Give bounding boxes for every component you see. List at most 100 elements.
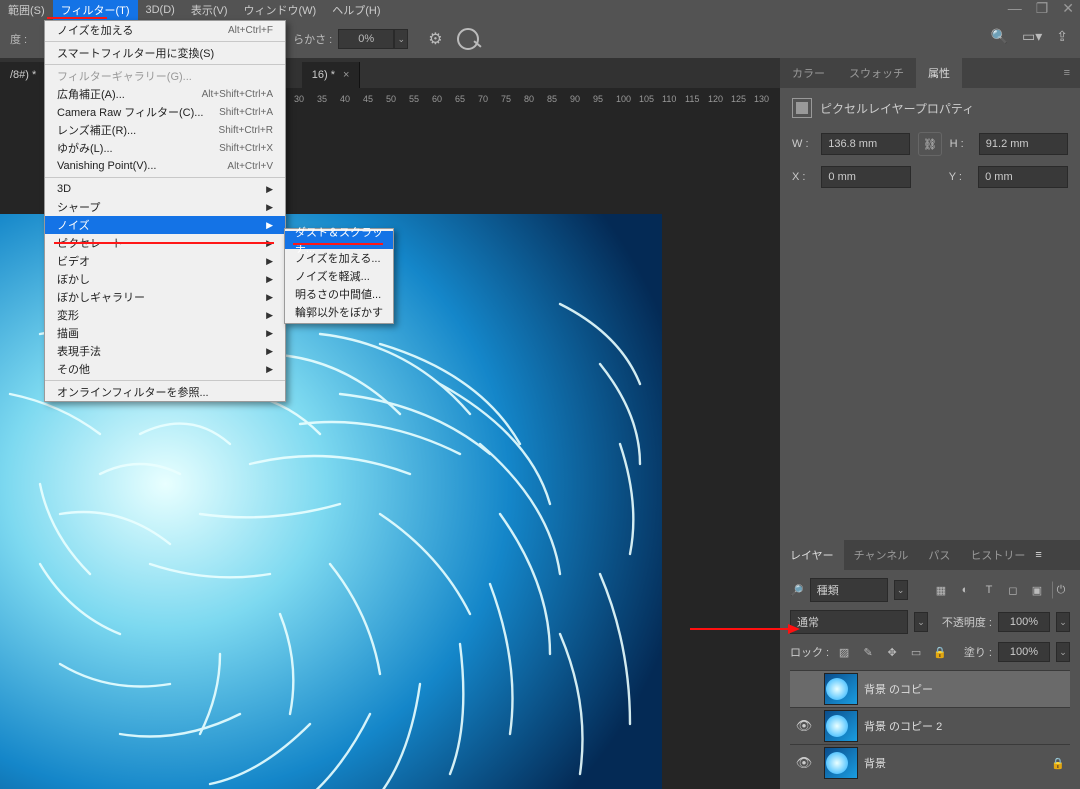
gear-icon[interactable]: ⚙ bbox=[428, 29, 442, 49]
menu-help[interactable]: ヘルプ(H) bbox=[324, 0, 388, 21]
menu-item-distort[interactable]: 変形▶ bbox=[45, 306, 285, 324]
layer-name[interactable]: 背景 bbox=[864, 755, 1046, 771]
h-input[interactable]: 91.2 mm bbox=[979, 133, 1068, 155]
annotation-underline bbox=[54, 242, 274, 244]
tab-swatches[interactable]: スウォッチ bbox=[837, 57, 916, 89]
menu-item-blur[interactable]: ぼかし▶ bbox=[45, 270, 285, 288]
y-input[interactable]: 0 mm bbox=[978, 166, 1068, 188]
menu-item-liquify[interactable]: ゆがみ(L)...Shift+Ctrl+X bbox=[45, 139, 285, 157]
share-icon[interactable]: ⇪ bbox=[1056, 28, 1068, 45]
lock-paint-icon[interactable]: ✎ bbox=[859, 643, 877, 661]
tab-color[interactable]: カラー bbox=[780, 57, 837, 89]
menu-item-3d[interactable]: 3D▶ bbox=[45, 180, 285, 198]
window-controls: — ❐ ✕ bbox=[1008, 0, 1074, 17]
layer-filter-dropdown[interactable]: 種類 bbox=[810, 578, 888, 602]
visibility-toggle[interactable]: 👁 bbox=[790, 718, 818, 734]
annotation-underline bbox=[47, 17, 107, 19]
opt-label-2: らかさ : bbox=[293, 31, 332, 47]
menu-item-camera-raw[interactable]: Camera Raw フィルター(C)...Shift+Ctrl+A bbox=[45, 103, 285, 121]
doc-tab-2[interactable]: 16) *× bbox=[302, 62, 361, 88]
chevron-down-icon[interactable]: ⌄ bbox=[914, 612, 928, 632]
submenu-item-dust-scratches[interactable]: ダスト＆スクラッチ... bbox=[285, 231, 393, 249]
menu-item-convert-smart[interactable]: スマートフィルター用に変換(S) bbox=[45, 44, 285, 62]
workspace-icons: 🔍 ▭▾ ⇪ bbox=[991, 28, 1068, 45]
filter-adjust-icon[interactable]: ◐ bbox=[956, 581, 974, 599]
layer-name[interactable]: 背景 のコピー 2 bbox=[864, 718, 1070, 734]
filter-pixel-icon[interactable]: ▦ bbox=[932, 581, 950, 599]
brush-ring-icon[interactable] bbox=[457, 28, 479, 50]
lock-artboard-icon[interactable]: ▭ bbox=[907, 643, 925, 661]
menu-item-render[interactable]: 描画▶ bbox=[45, 324, 285, 342]
menu-item-filter-gallery: フィルターギャラリー(G)... bbox=[45, 67, 285, 85]
menu-item-noise[interactable]: ノイズ▶ bbox=[45, 216, 285, 234]
tab-layers[interactable]: レイヤー bbox=[780, 539, 844, 571]
chevron-down-icon[interactable]: ⌄ bbox=[1056, 612, 1070, 632]
layer-thumbnail[interactable] bbox=[824, 673, 858, 705]
filter-toggle-icon[interactable]: ⏻ bbox=[1052, 581, 1070, 599]
x-input[interactable]: 0 mm bbox=[821, 166, 911, 188]
w-label: W : bbox=[792, 138, 813, 150]
menu-item-lens-correction[interactable]: レンズ補正(R)...Shift+Ctrl+R bbox=[45, 121, 285, 139]
annotation-arrow bbox=[690, 622, 800, 630]
annotation-underline bbox=[293, 243, 383, 245]
filter-smart-icon[interactable]: ▣ bbox=[1028, 581, 1046, 599]
menu-item-wide-angle[interactable]: 広角補正(A)...Alt+Shift+Ctrl+A bbox=[45, 85, 285, 103]
h-label: H : bbox=[950, 138, 971, 150]
lock-position-icon[interactable]: ✥ bbox=[883, 643, 901, 661]
filter-type-icon[interactable]: T bbox=[980, 581, 998, 599]
opacity-input[interactable]: 100% bbox=[998, 612, 1050, 632]
opt-dropdown-icon[interactable]: ⌄ bbox=[394, 29, 408, 49]
submenu-item-add-noise[interactable]: ノイズを加える... bbox=[285, 249, 393, 267]
panel-menu-icon[interactable]: ≡ bbox=[1054, 67, 1080, 79]
menu-select[interactable]: 範囲(S) bbox=[0, 0, 53, 21]
tab-channels[interactable]: チャンネル bbox=[844, 539, 919, 571]
fill-input[interactable]: 100% bbox=[998, 642, 1050, 662]
chevron-down-icon[interactable]: ⌄ bbox=[894, 580, 908, 600]
workspace-switcher-icon[interactable]: ▭▾ bbox=[1022, 28, 1042, 45]
layer-thumbnail[interactable] bbox=[824, 747, 858, 779]
submenu-item-despeckle[interactable]: 輪郭以外をぼかす bbox=[285, 303, 393, 321]
panel-menu-icon[interactable]: ≡ bbox=[1035, 549, 1041, 561]
menu-item-last-filter[interactable]: ノイズを加えるAlt+Ctrl+F bbox=[45, 21, 285, 39]
opt-value-2[interactable]: 0% bbox=[338, 29, 394, 49]
menu-item-other[interactable]: その他▶ bbox=[45, 360, 285, 378]
close-icon[interactable]: ✕ bbox=[1062, 0, 1074, 17]
chevron-down-icon[interactable]: ⌄ bbox=[1056, 642, 1070, 662]
menu-item-browse-online[interactable]: オンラインフィルターを参照... bbox=[45, 383, 285, 401]
tab-paths[interactable]: パス bbox=[918, 539, 960, 571]
submenu-item-median[interactable]: 明るさの中間値... bbox=[285, 285, 393, 303]
minimize-icon[interactable]: — bbox=[1008, 0, 1022, 17]
menu-item-sharpen[interactable]: シャープ▶ bbox=[45, 198, 285, 216]
lock-all-icon[interactable]: 🔒 bbox=[931, 643, 949, 661]
tab-properties[interactable]: 属性 bbox=[916, 57, 962, 89]
menu-item-stylize[interactable]: 表現手法▶ bbox=[45, 342, 285, 360]
search-icon[interactable]: 🔍 bbox=[991, 28, 1008, 45]
layer-row[interactable]: 背景 のコピー bbox=[790, 670, 1070, 707]
opacity-label: 不透明度 : bbox=[942, 614, 992, 630]
pixel-layer-icon bbox=[792, 98, 812, 118]
menu-view[interactable]: 表示(V) bbox=[183, 0, 236, 21]
link-wh-icon[interactable]: ⛓ bbox=[918, 132, 941, 156]
menu-item-video[interactable]: ビデオ▶ bbox=[45, 252, 285, 270]
visibility-toggle[interactable]: 👁 bbox=[790, 755, 818, 771]
layer-row[interactable]: 👁 背景 🔒 bbox=[790, 744, 1070, 781]
submenu-item-reduce-noise[interactable]: ノイズを軽減... bbox=[285, 267, 393, 285]
maximize-icon[interactable]: ❐ bbox=[1036, 0, 1049, 17]
lock-icon: 🔒 bbox=[1046, 757, 1070, 770]
menu-item-blur-gallery[interactable]: ぼかしギャラリー▶ bbox=[45, 288, 285, 306]
layer-name[interactable]: 背景 のコピー bbox=[864, 681, 1070, 697]
menu-window[interactable]: ウィンドウ(W) bbox=[236, 0, 325, 21]
menu-3d[interactable]: 3D(D) bbox=[138, 1, 183, 19]
blend-mode-dropdown[interactable]: 通常 bbox=[790, 610, 908, 634]
w-input[interactable]: 136.8 mm bbox=[821, 133, 910, 155]
filter-shape-icon[interactable]: ◻ bbox=[1004, 581, 1022, 599]
menubar: 範囲(S) フィルター(T) 3D(D) 表示(V) ウィンドウ(W) ヘルプ(… bbox=[0, 0, 1080, 20]
layers-tabs: レイヤー チャンネル パス ヒストリー ≡ bbox=[780, 540, 1080, 570]
tab-history[interactable]: ヒストリー bbox=[960, 539, 1035, 571]
layer-row[interactable]: 👁 背景 のコピー 2 bbox=[790, 707, 1070, 744]
menu-item-vanishing-point[interactable]: Vanishing Point(V)...Alt+Ctrl+V bbox=[45, 157, 285, 175]
layers-body: 🔎 種類 ⌄ ▦ ◐ T ◻ ▣ ⏻ 通常 ⌄ 不透明度 : 100% ⌄ ロッ… bbox=[780, 570, 1080, 789]
close-tab-icon[interactable]: × bbox=[343, 69, 349, 81]
layer-thumbnail[interactable] bbox=[824, 710, 858, 742]
lock-trans-icon[interactable]: ▨ bbox=[835, 643, 853, 661]
